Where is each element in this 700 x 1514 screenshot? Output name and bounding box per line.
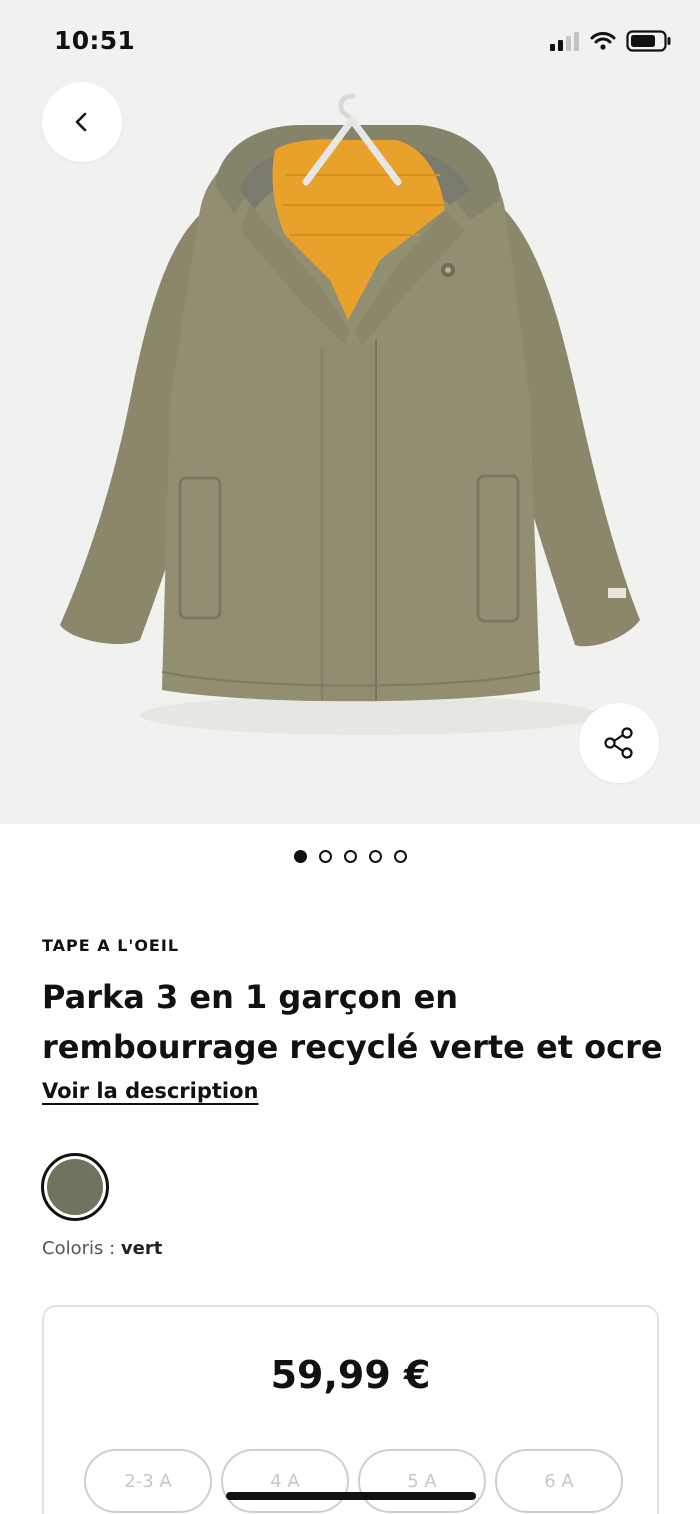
carousel-dot[interactable] [368,850,382,863]
size-option[interactable]: 2-3 A [84,1449,212,1513]
carousel-pagination [0,850,700,863]
color-label: Coloris : vert [42,1238,162,1259]
color-label-prefix: Coloris : [42,1238,116,1259]
size-option[interactable]: 6 A [495,1449,623,1513]
wifi-icon [590,32,616,50]
color-swatch-selected[interactable] [41,1153,109,1221]
product-image-carousel[interactable] [0,0,700,824]
chevron-left-icon [75,112,87,132]
status-icons [550,30,672,52]
size-option[interactable]: 5 A [358,1449,486,1513]
carousel-dot[interactable] [393,850,407,863]
share-icon [604,727,633,759]
size-option[interactable]: 4 A [221,1449,349,1513]
share-button[interactable] [579,703,659,783]
home-indicator[interactable] [226,1492,476,1500]
price-card: 59,99 € 2-3 A 4 A 5 A 6 A [42,1305,659,1514]
size-selector: 2-3 A 4 A 5 A 6 A [84,1449,623,1513]
status-bar: 10:51 [0,0,700,84]
carousel-dot[interactable] [318,850,332,863]
brand-name: TAPE A L'OEIL [42,936,180,955]
cellular-signal-icon [550,32,579,51]
status-time: 10:51 [54,26,136,55]
back-button[interactable] [42,82,122,162]
carousel-dot-active[interactable] [293,850,307,863]
color-swatch-fill [47,1159,103,1215]
product-title: Parka 3 en 1 garçon en rembourrage recyc… [42,978,663,1066]
view-description-link[interactable]: Voir la description [42,1079,259,1103]
product-price: 59,99 € [270,1353,431,1397]
carousel-dot[interactable] [343,850,357,863]
color-value: vert [120,1238,163,1259]
battery-icon [626,30,671,52]
